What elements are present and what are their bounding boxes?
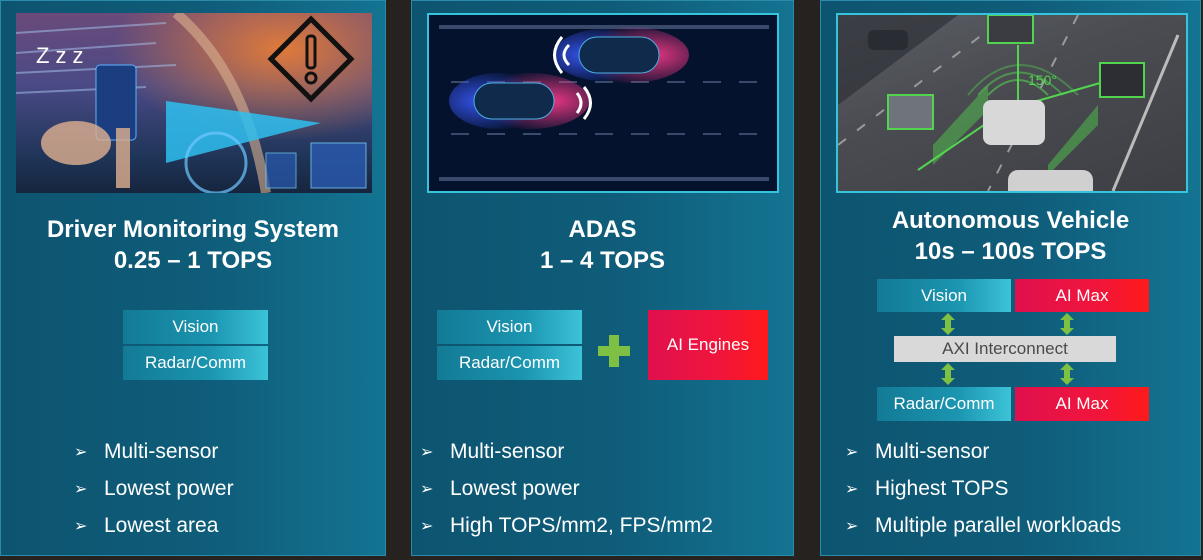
arrow-bullet-icon: ➢: [74, 517, 88, 535]
feature-item: ➢ High TOPS/mm2, FPS/mm2: [420, 513, 713, 537]
bbox-vehicle: [987, 15, 1034, 44]
panel-title: Autonomous Vehicle 10s – 100s TOPS: [821, 205, 1200, 267]
feature-item: ➢ Multi-sensor: [74, 439, 219, 463]
double-arrow-icon: [941, 363, 955, 385]
vision-block: Vision: [437, 310, 582, 344]
title-line-system: Driver Monitoring System: [46, 216, 340, 243]
double-arrow-icon: [941, 313, 955, 335]
feature-list: ➢ Multi-sensor ➢ Lowest power ➢ High TOPS/m…: [420, 433, 713, 544]
warning-sign-icon: [267, 15, 355, 103]
bbox-vehicle: [887, 94, 934, 130]
panel-autonomous-vehicle: 150° Autonomous Vehicle 10s – 100s TOPS …: [820, 0, 1201, 556]
axi-interconnect-block: AXI Interconnect: [894, 336, 1116, 362]
ai-engines-block: AI Engines: [648, 310, 768, 380]
ego-vehicle: [983, 100, 1045, 145]
feature-item: ➢ Highest TOPS: [845, 476, 1009, 500]
car-front: [554, 27, 689, 83]
arrow-bullet-icon: ➢: [845, 480, 859, 498]
feature-item: ➢ Lowest area: [74, 513, 219, 537]
angle-label: 150°: [1028, 72, 1057, 88]
autonomous-vehicle-image: 150°: [836, 13, 1188, 193]
title-line-system: ADAS: [568, 216, 637, 243]
double-arrow-icon: [1060, 313, 1074, 335]
panel-title: Driver Monitoring System 0.25 – 1 TOPS: [1, 214, 385, 276]
arrow-bullet-icon: ➢: [420, 443, 434, 461]
adas-image: [427, 13, 779, 193]
bbox-vehicle: [1099, 62, 1145, 98]
panel-adas: ADAS 1 – 4 TOPS Vision Radar/Comm AI Eng…: [411, 0, 794, 556]
radar-comm-block: Radar/Comm: [123, 346, 268, 380]
feature-item: ➢ Multi-sensor: [845, 439, 990, 463]
vision-block: Vision: [123, 310, 268, 344]
radar-comm-block: Radar/Comm: [437, 346, 582, 380]
ai-max-block-top: AI Max: [1015, 279, 1149, 312]
feature-list: ➢ Multi-sensor ➢ Lowest power ➢ Lowest area: [74, 433, 234, 544]
arrow-bullet-icon: ➢: [845, 443, 859, 461]
feature-list: ➢ Multi-sensor ➢ Highest TOPS ➢ Multiple pa…: [845, 433, 1121, 544]
plus-icon: [598, 335, 630, 367]
arrow-bullet-icon: ➢: [845, 517, 859, 535]
arrow-bullet-icon: ➢: [420, 517, 434, 535]
feature-item: ➢ Multiple parallel workloads: [845, 513, 1122, 537]
road-edge-bottom: [439, 177, 769, 181]
title-line-tops: 10s – 100s TOPS: [914, 238, 1107, 265]
ai-max-block-bottom: AI Max: [1015, 387, 1149, 421]
feature-item: ➢ Lowest power: [74, 476, 234, 500]
title-line-tops: 0.25 – 1 TOPS: [113, 247, 273, 274]
road-edge-top: [439, 25, 769, 29]
arrow-bullet-icon: ➢: [74, 480, 88, 498]
feature-item: ➢ Lowest power: [420, 476, 580, 500]
vision-block: Vision: [877, 279, 1011, 312]
car-rear: [449, 73, 589, 129]
highway-detection-illustration: 150°: [838, 15, 1180, 191]
radar-comm-block: Radar/Comm: [877, 387, 1011, 421]
title-line-tops: 1 – 4 TOPS: [540, 247, 665, 274]
zzz-label: Zzz: [36, 43, 90, 68]
feature-item: ➢ Multi-sensor: [420, 439, 565, 463]
arrow-bullet-icon: ➢: [74, 443, 88, 461]
road-radar-illustration: [439, 25, 769, 181]
title-line-system: Autonomous Vehicle: [891, 207, 1130, 234]
double-arrow-icon: [1060, 363, 1074, 385]
panel-title: ADAS 1 – 4 TOPS: [412, 214, 793, 276]
driver-monitoring-image: Zzz: [16, 13, 372, 193]
panel-driver-monitoring: Zzz Driver Monitoring System 0.25 – 1 TO…: [0, 0, 386, 556]
arrow-bullet-icon: ➢: [420, 480, 434, 498]
